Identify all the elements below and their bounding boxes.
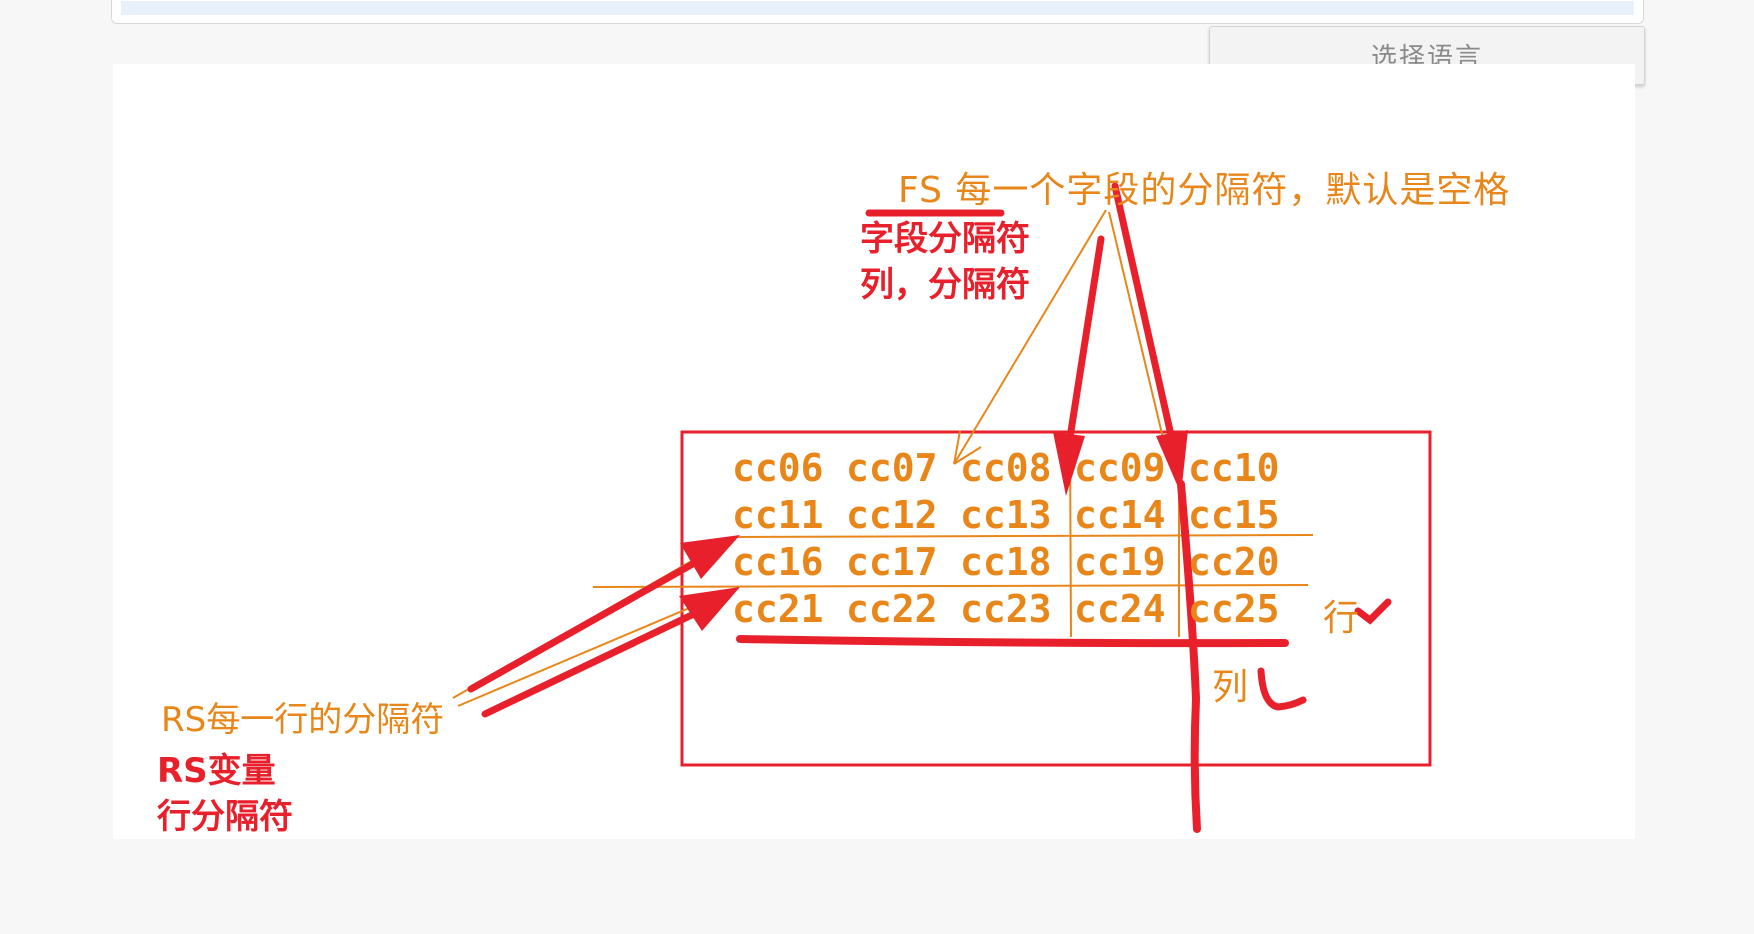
fs-red-arrow-2 [1111, 182, 1177, 448]
fs-title: FS 每一个字段的分隔符，默认是空格 [898, 170, 1511, 211]
grid-cell: cc07 [846, 446, 938, 490]
grid-cell: cc24 [1074, 587, 1166, 631]
rs-note: RS变量 行分隔符 [157, 748, 293, 840]
rs-red-arrows [467, 557, 702, 718]
grid-cell: cc14 [1074, 493, 1166, 537]
top-panel-bar [121, 1, 1634, 15]
fs-thin-line-right [1108, 211, 1169, 460]
rs-note-line-1: RS变量 [157, 751, 276, 791]
rs-red-arrowhead-1 [680, 535, 740, 579]
row-red-line [736, 635, 1289, 648]
grid-cell: cc16 [732, 540, 824, 584]
grid-cell: cc22 [846, 587, 938, 631]
grid-cell: cc15 [1188, 493, 1280, 537]
fs-note-line-1: 字段分隔符 [860, 219, 1030, 259]
grid-cell: cc08 [960, 446, 1052, 490]
fs-note-line-2: 列，分隔符 [860, 265, 1030, 305]
grid-row: cc06 cc07 cc08 cc09 cc10 [732, 445, 1302, 492]
fs-red-arrows [1065, 182, 1177, 448]
rs-title: RS每一行的分隔符 [161, 700, 445, 740]
data-grid: cc06 cc07 cc08 cc09 cc10 cc11 cc12 cc13 … [732, 445, 1302, 633]
grid-cell: cc12 [846, 493, 938, 537]
grid-row: cc21 cc22 cc23 cc24 cc25 [732, 586, 1302, 633]
diagram-canvas: FS 每一个字段的分隔符，默认是空格 字段分隔符 列，分隔符 RS每一行的分隔符… [113, 64, 1635, 839]
top-panel [111, 0, 1644, 24]
grid-row: cc11 cc12 cc13 cc14 cc15 [732, 492, 1302, 539]
grid-cell: cc11 [732, 493, 824, 537]
grid-cell: cc23 [960, 587, 1052, 631]
grid-cell: cc19 [1074, 540, 1166, 584]
rs-thin-line-2 [457, 591, 728, 707]
grid-cell: cc06 [732, 446, 824, 490]
grid-cell: cc18 [960, 540, 1052, 584]
column-check-mark [1257, 667, 1307, 711]
row-label: 行 [1323, 598, 1360, 639]
grid-cell: cc17 [846, 540, 938, 584]
grid-cell: cc09 [1074, 446, 1166, 490]
rs-red-arrowhead-2 [679, 587, 740, 631]
row-check-mark [1354, 598, 1392, 625]
fs-red-arrow-1 [1065, 235, 1105, 448]
grid-cell: cc20 [1188, 540, 1280, 584]
grid-cell: cc21 [732, 587, 824, 631]
fs-note: 字段分隔符 列，分隔符 [860, 216, 1030, 308]
grid-cell: cc13 [960, 493, 1052, 537]
column-label: 列 [1212, 667, 1249, 708]
grid-row: cc16 cc17 cc18 cc19 cc20 [732, 539, 1302, 586]
grid-cell: cc25 [1188, 587, 1280, 631]
rs-note-line-2: 行分隔符 [157, 797, 293, 837]
grid-cell: cc10 [1188, 446, 1280, 490]
